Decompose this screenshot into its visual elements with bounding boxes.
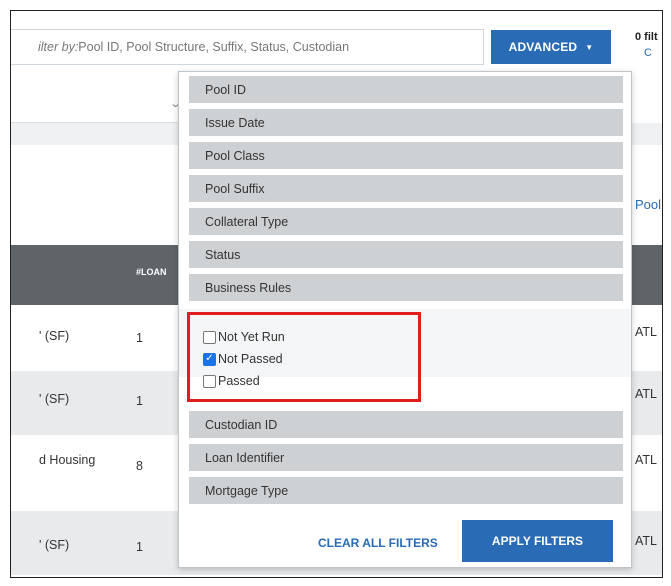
table-cell-loans: 8 — [136, 459, 143, 473]
table-cell-type: ' (SF) — [39, 538, 70, 552]
filter-option-pool-class[interactable]: Pool Class — [189, 142, 623, 171]
table-cell-loans: 1 — [136, 540, 143, 554]
table-cell-type: ' (SF) — [39, 392, 70, 406]
filter-option-mortgage-type[interactable]: Mortgage Type — [189, 477, 623, 506]
filter-option-custodian-id[interactable]: Custodian ID — [189, 411, 623, 440]
caret-down-icon: ▼ — [585, 42, 594, 52]
table-cell-custodian: ATL — [635, 453, 657, 467]
search-placeholder-text: Pool ID, Pool Structure, Suffix, Status,… — [78, 40, 350, 54]
advanced-button[interactable]: ADVANCED ▼ — [491, 30, 611, 64]
clear-all-filters-button[interactable]: CLEAR ALL FILTERS — [318, 536, 438, 550]
filter-option-loan-identifier[interactable]: Loan Identifier — [189, 444, 623, 473]
filters-link[interactable]: C — [644, 47, 652, 59]
search-placeholder-label: ilter by: — [38, 40, 79, 54]
filters-count: 0 filt — [635, 31, 658, 43]
filter-option-pool-suffix[interactable]: Pool Suffix — [189, 175, 623, 204]
table-cell-custodian: ATL — [635, 325, 657, 339]
filter-option-pool-id[interactable]: Pool ID — [189, 76, 623, 105]
filter-option-issue-date[interactable]: Issue Date — [189, 109, 623, 138]
table-cell-custodian: ATL — [635, 534, 657, 548]
screenshot-frame: ilter by: Pool ID, Pool Structure, Suffi… — [10, 10, 663, 578]
search-input[interactable]: ilter by: Pool ID, Pool Structure, Suffi… — [11, 29, 484, 65]
table-cell-type: ' (SF) — [39, 329, 70, 343]
filter-option-status[interactable]: Status — [189, 241, 623, 270]
pool-link[interactable]: Pool — [635, 197, 661, 212]
table-cell-custodian: ATL — [635, 387, 657, 401]
filter-option-collateral-type[interactable]: Collateral Type — [189, 208, 623, 237]
table-cell-type: d Housing — [39, 453, 96, 467]
highlight-box — [187, 312, 421, 402]
column-header-loans: #LOAN — [136, 267, 167, 277]
advanced-filter-dropdown: Pool ID Issue Date Pool Class Pool Suffi… — [178, 71, 632, 568]
table-cell-loans: 1 — [136, 394, 143, 408]
advanced-button-label: ADVANCED — [508, 40, 578, 54]
filter-option-business-rules[interactable]: Business Rules — [189, 274, 623, 303]
subfilter-select[interactable] — [11, 83, 191, 123]
table-cell-loans: 1 — [136, 331, 143, 345]
apply-filters-button[interactable]: APPLY FILTERS — [462, 520, 613, 562]
